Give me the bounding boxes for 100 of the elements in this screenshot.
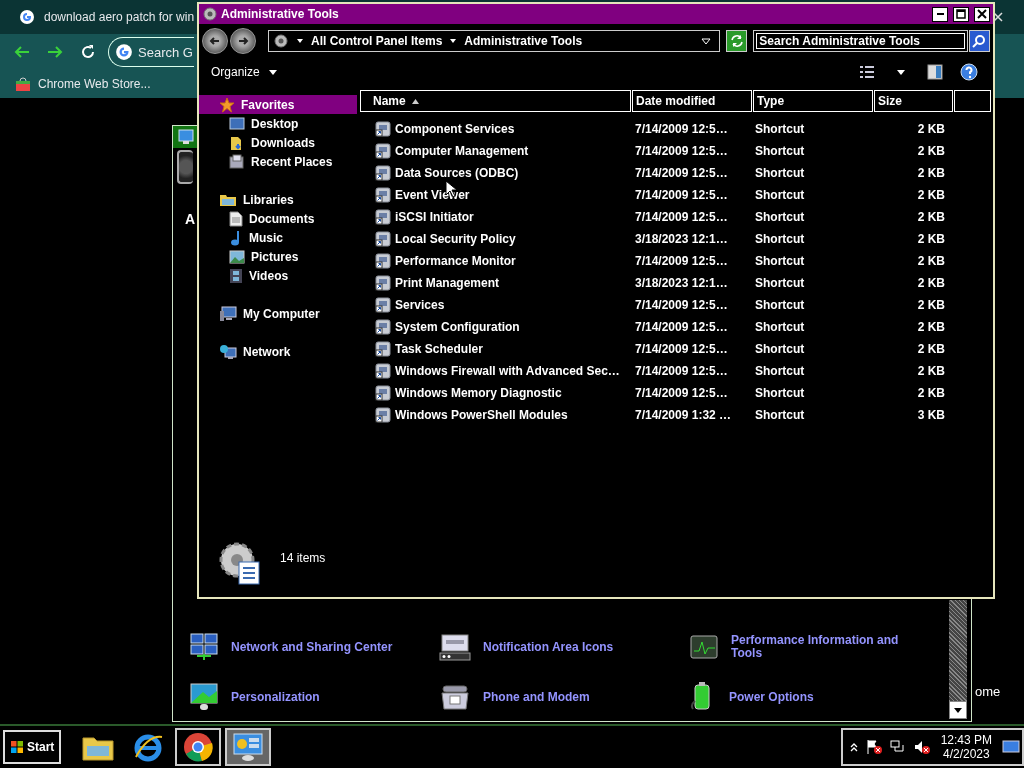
control-panel-link[interactable]: Performance Information and Tools bbox=[731, 634, 901, 660]
control-panel-link[interactable]: Power Options bbox=[729, 690, 814, 704]
refresh-button[interactable] bbox=[725, 29, 748, 52]
back-button[interactable] bbox=[202, 27, 228, 54]
sidebar-item[interactable]: Recent Places bbox=[199, 152, 357, 171]
breadcrumb-item[interactable]: Administrative Tools bbox=[464, 33, 583, 48]
shortcut-tool-icon bbox=[375, 231, 391, 247]
control-panel-link[interactable]: Network and Sharing Center bbox=[231, 640, 393, 654]
file-name[interactable]: Component Services bbox=[395, 122, 515, 136]
breadcrumb-item[interactable]: All Control Panel Items bbox=[311, 33, 443, 48]
type-cell: Shortcut bbox=[755, 298, 805, 312]
file-name[interactable]: Print Management bbox=[395, 276, 499, 290]
address-bar[interactable]: All Control Panel Items Administrative Tools bbox=[268, 29, 720, 52]
caret-down-icon bbox=[896, 67, 906, 77]
minimize-icon bbox=[936, 13, 944, 15]
sidebar-item[interactable]: Desktop bbox=[199, 114, 357, 133]
shortcut-tool-icon bbox=[375, 121, 391, 137]
minimize-button[interactable] bbox=[932, 6, 948, 22]
date-cell: 7/14/2009 12:5… bbox=[635, 342, 728, 356]
date-cell: 7/14/2009 12:5… bbox=[635, 386, 728, 400]
file-name[interactable]: Task Scheduler bbox=[395, 342, 483, 356]
bookmark-link[interactable]: Chrome Web Store... bbox=[38, 77, 151, 91]
size-cell: 2 KB bbox=[917, 364, 945, 378]
file-name[interactable]: Local Security Policy bbox=[395, 232, 516, 246]
column-header[interactable] bbox=[954, 90, 991, 112]
shortcut-tool-icon bbox=[375, 407, 391, 423]
start-button[interactable]: Start bbox=[3, 730, 62, 764]
date-cell: 3/18/2023 12:1… bbox=[635, 276, 728, 290]
clock-date[interactable]: 4/2/2023 bbox=[942, 747, 990, 761]
preview-pane-icon bbox=[927, 64, 943, 80]
monitor-wallpaper-icon bbox=[189, 682, 219, 712]
file-name[interactable]: Windows Memory Diagnostic bbox=[395, 386, 562, 400]
file-name[interactable]: Data Sources (ODBC) bbox=[395, 166, 519, 180]
help-button[interactable] bbox=[959, 60, 979, 84]
column-header[interactable]: Type bbox=[753, 90, 873, 112]
clock-time[interactable]: 12:43 PM bbox=[940, 733, 992, 747]
control-panel-link[interactable]: Personalization bbox=[231, 690, 320, 704]
dropdown-caret-icon bbox=[700, 35, 711, 46]
file-name[interactable]: Windows Firewall with Advanced Sec… bbox=[395, 364, 620, 378]
shortcut-tool-icon bbox=[375, 363, 391, 379]
sidebar-item[interactable]: Videos bbox=[199, 266, 357, 285]
refresh-icon bbox=[729, 33, 744, 48]
picture-icon bbox=[229, 249, 245, 264]
date-cell: 7/14/2009 12:5… bbox=[635, 210, 728, 224]
close-icon bbox=[992, 11, 1004, 23]
show-desktop-button[interactable] bbox=[1002, 740, 1020, 754]
column-header[interactable]: Size bbox=[874, 90, 953, 112]
taskbar-app-button[interactable] bbox=[175, 728, 222, 766]
taskbar-app-button[interactable] bbox=[225, 728, 272, 766]
search-field[interactable]: Search Administrative Tools bbox=[753, 29, 968, 52]
back-button[interactable] bbox=[177, 150, 193, 184]
type-cell: Shortcut bbox=[755, 166, 805, 180]
file-name[interactable]: Windows PowerShell Modules bbox=[395, 408, 568, 422]
date-cell: 7/14/2009 12:5… bbox=[635, 122, 728, 136]
size-cell: 2 KB bbox=[917, 232, 945, 246]
sidebar-item[interactable]: Documents bbox=[199, 209, 357, 228]
tab-title[interactable]: download aero patch for win bbox=[44, 10, 195, 24]
size-cell: 2 KB bbox=[917, 210, 945, 224]
page-text: ome bbox=[975, 684, 1001, 699]
sidebar-item[interactable]: My Computer bbox=[199, 304, 357, 323]
sidebar-item[interactable]: Pictures bbox=[199, 247, 357, 266]
show-hidden-icons-button[interactable] bbox=[848, 742, 859, 752]
type-cell: Shortcut bbox=[755, 276, 805, 290]
sidebar-item[interactable]: Downloads bbox=[199, 133, 357, 152]
file-name[interactable]: iSCSI Initiator bbox=[395, 210, 474, 224]
file-name[interactable]: Computer Management bbox=[395, 144, 529, 158]
file-name[interactable]: Performance Monitor bbox=[395, 254, 516, 268]
column-header[interactable]: Name bbox=[360, 90, 631, 112]
sidebar-item[interactable]: Music bbox=[199, 228, 357, 247]
close-button[interactable] bbox=[974, 6, 990, 22]
sidebar-item[interactable]: Favorites bbox=[199, 95, 357, 114]
sidebar-item[interactable]: Libraries bbox=[199, 190, 357, 209]
file-name[interactable]: Services bbox=[395, 298, 445, 312]
flag-error-icon bbox=[864, 739, 883, 755]
scroll-down-button[interactable] bbox=[949, 701, 967, 719]
close-icon bbox=[977, 9, 987, 19]
network-grid-icon bbox=[189, 632, 219, 662]
control-panel-link[interactable]: Notification Area Icons bbox=[483, 640, 614, 654]
gear-checklist-icon bbox=[217, 540, 263, 586]
search-placeholder: Search G bbox=[138, 44, 193, 60]
column-header[interactable]: Date modified bbox=[632, 90, 752, 112]
search-button[interactable] bbox=[968, 29, 990, 52]
item-count: 14 items bbox=[280, 551, 326, 565]
organize-menu-button[interactable]: Organize bbox=[211, 65, 260, 79]
file-name[interactable]: System Configuration bbox=[395, 320, 520, 334]
forward-button[interactable] bbox=[230, 27, 256, 54]
document-icon bbox=[229, 210, 243, 227]
size-cell: 2 KB bbox=[917, 386, 945, 400]
back-arrow-icon bbox=[209, 34, 221, 47]
date-cell: 7/14/2009 12:5… bbox=[635, 254, 728, 268]
network-wired-icon bbox=[888, 739, 907, 755]
maximize-button[interactable] bbox=[953, 6, 969, 22]
windows-flag-icon bbox=[10, 740, 24, 754]
size-cell: 2 KB bbox=[917, 166, 945, 180]
sidebar-item[interactable]: Network bbox=[199, 342, 357, 361]
type-cell: Shortcut bbox=[755, 254, 805, 268]
file-name[interactable]: Event Viewer bbox=[395, 188, 470, 202]
control-panel-link[interactable]: Phone and Modem bbox=[483, 690, 590, 704]
globe-monitor-icon bbox=[219, 343, 237, 360]
control-panel-icon bbox=[178, 129, 194, 145]
